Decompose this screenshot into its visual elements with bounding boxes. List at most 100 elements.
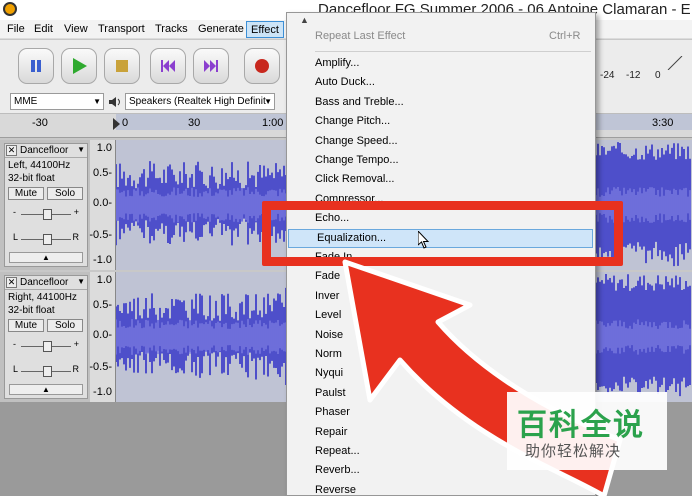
menu-item-effect[interactable]: Bass and Treble...	[287, 93, 595, 113]
gain-min-label: -	[13, 339, 16, 349]
menu-item-effect[interactable]: Change Speed...	[287, 132, 595, 152]
menu-item-effect[interactable]: Nyqui	[287, 364, 595, 384]
menu-item-label: Paulst	[315, 386, 346, 399]
menu-item-label: Fade	[315, 270, 341, 283]
gain-slider[interactable]: - +	[11, 339, 81, 353]
menu-generate[interactable]: Generate	[194, 21, 248, 38]
menu-item-effect[interactable]: Change Pitch...	[287, 112, 595, 132]
chevron-up-icon: ▲	[42, 385, 50, 394]
mute-button[interactable]: Mute	[8, 319, 44, 332]
menu-item-effect[interactable]: Norm	[287, 345, 595, 365]
scale-label: -1.0	[93, 254, 112, 266]
menu-item-label: Nyqui	[315, 367, 344, 380]
speaker-icon	[109, 97, 120, 107]
chevron-down-icon[interactable]: ▼	[77, 145, 85, 154]
scale-label: 0.0-	[93, 329, 112, 341]
chevron-up-icon: ▲	[42, 253, 50, 262]
collapse-track-button[interactable]: ▲	[9, 384, 83, 395]
menu-item-label: Repair	[315, 425, 348, 438]
pan-right-label: R	[72, 232, 80, 242]
timeline-label: 0	[122, 117, 129, 129]
menu-item-label: Repeat...	[315, 445, 360, 457]
scale-label: 0.0-	[93, 197, 112, 209]
track-name-menu[interactable]: Dancefloor	[20, 277, 68, 288]
menu-item-effect[interactable]: Click Removal...	[287, 170, 595, 190]
pause-button[interactable]	[18, 48, 54, 84]
menu-item-label: Reverse	[315, 483, 356, 496]
amplitude-scale: 1.0 0.5- 0.0- -0.5- -1.0	[89, 140, 116, 270]
watermark: 百科全说 助你轻松解决	[507, 392, 667, 470]
chevron-down-icon: ▼	[93, 97, 101, 106]
chevron-down-icon[interactable]: ▼	[77, 277, 85, 286]
record-button[interactable]	[244, 48, 280, 84]
scale-label: 1.0	[96, 274, 112, 286]
menu-item-label: Phaser	[315, 406, 350, 419]
menu-item-effect[interactable]: Auto Duck...	[287, 73, 595, 93]
slider-thumb[interactable]	[43, 341, 52, 352]
track-name-menu[interactable]: Dancefloor	[20, 145, 68, 156]
record-icon	[255, 59, 269, 73]
slider-thumb[interactable]	[43, 366, 52, 377]
scroll-up-arrow-icon[interactable]: ▲	[300, 15, 309, 25]
menu-item-label: Change Speed...	[315, 134, 398, 147]
menu-item-effect[interactable]: Fade	[287, 267, 595, 287]
track-bit-depth: 32-bit float	[8, 305, 55, 316]
menu-item-label: Noise	[315, 328, 344, 341]
chevron-down-icon: ▼	[264, 97, 272, 106]
menu-transport[interactable]: Transport	[94, 21, 149, 38]
slider-thumb[interactable]	[43, 209, 52, 220]
play-icon	[73, 58, 87, 74]
pan-left-label: L	[13, 364, 19, 374]
menu-repeat-last-effect[interactable]: Repeat Last Effect Ctrl+R	[287, 27, 595, 47]
menu-item-effect[interactable]: Inver	[287, 287, 595, 307]
menu-edit[interactable]: Edit	[30, 21, 57, 38]
track-control-panel: ✕ Dancefloor ▼ Right, 44100Hz 32-bit flo…	[4, 275, 88, 399]
track-format: Right, 44100Hz	[8, 292, 77, 303]
close-icon[interactable]: ✕	[6, 277, 17, 288]
playback-meter-icon[interactable]	[598, 56, 692, 70]
output-device-value: Speakers (Realtek High Definit	[129, 96, 266, 107]
menu-item-effect[interactable]: Level	[287, 306, 595, 326]
track-format: Left, 44100Hz	[8, 160, 71, 171]
output-device-select[interactable]: Speakers (Realtek High Definit ▼	[125, 93, 275, 110]
skip-to-end-button[interactable]	[193, 48, 229, 84]
collapse-track-button[interactable]: ▲	[9, 252, 83, 263]
pan-slider[interactable]: L R	[11, 364, 81, 378]
pan-slider[interactable]: L R	[11, 232, 81, 246]
menu-item-effect[interactable]: Reverse	[287, 481, 595, 496]
menu-file[interactable]: File	[3, 21, 29, 38]
watermark-logo-text: 百科全说	[517, 409, 645, 442]
scale-label: 0.5-	[93, 167, 112, 179]
mute-button[interactable]: Mute	[8, 187, 44, 200]
menu-item-effect[interactable]: Amplify...	[287, 54, 595, 74]
scale-label: 1.0	[96, 142, 112, 154]
skip-start-icon	[161, 60, 175, 72]
meter-label: 0	[655, 70, 661, 81]
menu-item-label: Click Removal...	[315, 173, 395, 186]
amplitude-scale: 1.0 0.5- 0.0- -0.5- -1.0	[89, 272, 116, 402]
menu-view[interactable]: View	[60, 21, 92, 38]
scale-label: -0.5-	[89, 361, 112, 373]
menu-item-label: Amplify...	[315, 57, 360, 69]
pause-icon	[31, 60, 41, 72]
menu-tracks[interactable]: Tracks	[151, 21, 192, 38]
timeline-label: -30	[32, 117, 48, 129]
gain-slider[interactable]: - +	[11, 207, 81, 221]
menu-item-effect[interactable]: Noise	[287, 326, 595, 346]
menu-item-label: Inver	[315, 289, 340, 302]
menu-separator	[315, 51, 591, 52]
skip-to-start-button[interactable]	[150, 48, 186, 84]
solo-button[interactable]: Solo	[47, 187, 83, 200]
timeline-label: 30	[188, 117, 201, 129]
menu-item-label: Change Tempo...	[315, 154, 399, 166]
close-icon[interactable]: ✕	[6, 145, 17, 156]
menu-accelerator: Ctrl+R	[549, 30, 581, 42]
solo-button[interactable]: Solo	[47, 319, 83, 332]
mouse-cursor-icon	[418, 231, 430, 249]
menu-effect[interactable]: Effect	[246, 21, 284, 38]
play-button[interactable]	[61, 48, 97, 84]
slider-thumb[interactable]	[43, 234, 52, 245]
stop-button[interactable]	[104, 48, 140, 84]
menu-item-effect[interactable]: Change Tempo...	[287, 151, 595, 171]
audio-host-select[interactable]: MME ▼	[10, 93, 104, 110]
